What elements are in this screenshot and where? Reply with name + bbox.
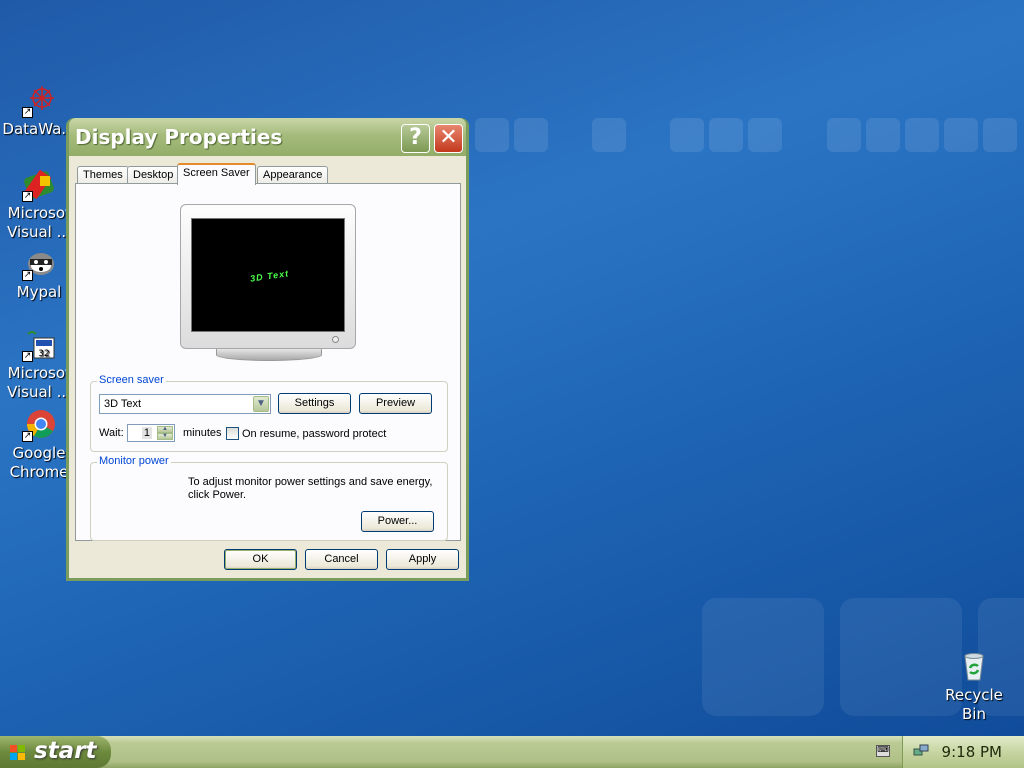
desktop-decoration <box>670 118 704 152</box>
shortcut-arrow-icon: ↗ <box>22 431 33 442</box>
keyboard-icon[interactable]: ⌨ <box>876 745 890 757</box>
password-protect-checkbox[interactable] <box>226 427 239 440</box>
monitor-power-group: Monitor power To adjust monitor power se… <box>90 455 448 541</box>
power-description-line2: click Power. <box>188 489 247 501</box>
shortcut-arrow-icon: ↗ <box>22 191 33 202</box>
desktop-decoration <box>514 118 548 152</box>
shortcut-arrow-icon: ↗ <box>22 107 33 118</box>
tab-desktop[interactable]: Desktop <box>127 166 180 184</box>
desktop-decoration <box>475 118 509 152</box>
power-led-icon <box>332 336 339 343</box>
cancel-button[interactable]: Cancel <box>305 549 378 570</box>
wait-minutes-spinner[interactable]: 1 ▲ ▼ <box>127 424 175 442</box>
desktop-decoration <box>592 118 626 152</box>
monitor-frame: 3D Text <box>180 204 356 349</box>
power-button[interactable]: Power... <box>361 511 434 532</box>
desktop-decoration <box>702 598 824 716</box>
desktop-icon-recycle-bin[interactable]: Recycle Bin <box>935 650 1013 724</box>
system-tray: 9:18 PM <box>902 736 1024 768</box>
wait-value: 1 <box>141 427 152 439</box>
taskbar: start 9:18 PM <box>0 736 1024 768</box>
visual-studio-icon: ↗ <box>22 168 56 202</box>
desktop-decoration <box>709 118 743 152</box>
arrow-down-icon[interactable]: ▼ <box>157 433 173 440</box>
help-button[interactable]: ? <box>401 124 430 153</box>
preview-button[interactable]: Preview <box>359 393 432 414</box>
screen-saver-panel: 3D Text Screen saver 3D Text ▼ Settings … <box>75 183 461 541</box>
desktop-decoration <box>983 118 1017 152</box>
desktop-decoration <box>944 118 978 152</box>
windows-flag-icon <box>10 745 26 761</box>
chrome-icon: ↗ <box>22 408 56 442</box>
svg-text:32: 32 <box>38 349 49 359</box>
network-icon[interactable] <box>913 743 929 759</box>
preview-screen: 3D Text <box>191 218 345 332</box>
desktop-decoration <box>827 118 861 152</box>
window-title: Display Properties <box>75 125 283 149</box>
visual-studio-2-icon: 32 ↗ <box>22 328 56 362</box>
title-bar[interactable]: Display Properties ? ✕ <box>69 118 466 156</box>
password-protect-label[interactable]: On resume, password protect <box>242 428 386 440</box>
window-client-area: Themes Desktop Screen Saver Appearance 3… <box>69 156 466 578</box>
shortcut-arrow-icon: ↗ <box>22 270 33 281</box>
tab-themes[interactable]: Themes <box>77 166 129 184</box>
tab-screen-saver[interactable]: Screen Saver <box>177 163 256 185</box>
arrow-up-icon[interactable]: ▲ <box>157 426 173 433</box>
apply-button[interactable]: Apply <box>386 549 459 570</box>
ok-button[interactable]: OK <box>224 549 297 570</box>
settings-button[interactable]: Settings <box>278 393 351 414</box>
datawatch-icon: ↗ <box>22 84 56 118</box>
start-button[interactable]: start <box>0 736 111 768</box>
close-button[interactable]: ✕ <box>434 124 463 153</box>
desktop-decoration <box>905 118 939 152</box>
preview-3d-text: 3D Text <box>249 268 290 284</box>
shortcut-arrow-icon: ↗ <box>22 351 33 362</box>
chevron-down-icon[interactable]: ▼ <box>253 396 269 412</box>
power-description-line1: To adjust monitor power settings and sav… <box>188 476 433 488</box>
start-label: start <box>34 738 97 764</box>
desktop-icon-label: Bin <box>962 705 986 723</box>
spinner-arrows[interactable]: ▲ ▼ <box>157 426 173 440</box>
desktop-icon-label: Recycle <box>945 686 1003 704</box>
dropdown-value: 3D Text <box>104 398 142 410</box>
display-properties-window: Display Properties ? ✕ Themes Desktop Sc… <box>66 118 469 581</box>
desktop-decoration <box>866 118 900 152</box>
group-label: Screen saver <box>97 374 166 386</box>
minutes-label: minutes <box>183 427 222 439</box>
monitor-preview: 3D Text <box>180 204 356 361</box>
screen-saver-group: Screen saver 3D Text ▼ Settings Preview … <box>90 374 448 452</box>
monitor-stand <box>216 349 322 361</box>
screen-saver-dropdown[interactable]: 3D Text ▼ <box>99 394 271 414</box>
group-label: Monitor power <box>97 455 171 467</box>
desktop-decoration <box>748 118 782 152</box>
mypal-raccoon-icon: ↗ <box>22 247 56 281</box>
tab-appearance[interactable]: Appearance <box>257 166 329 184</box>
recycle-bin-icon <box>957 650 991 684</box>
clock[interactable]: 9:18 PM <box>942 743 1002 761</box>
wait-label: Wait: <box>99 427 124 439</box>
